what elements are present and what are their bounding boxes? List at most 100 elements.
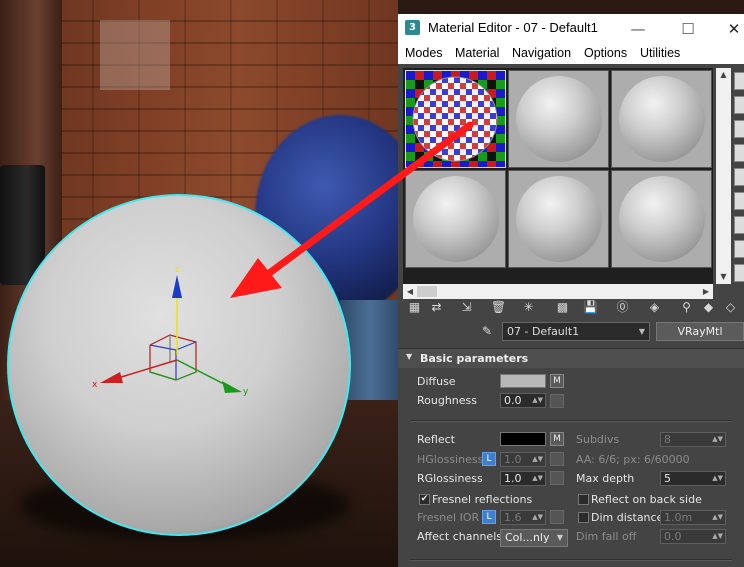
material-name-bar: ✎ 07 - Default1 ▼ VRayMtl — [398, 321, 744, 343]
background-button[interactable] — [734, 120, 744, 138]
uv-tiling-button[interactable] — [734, 144, 744, 162]
make-unique-icon[interactable]: ▩ — [554, 299, 571, 316]
menu-material[interactable]: Material — [455, 46, 499, 60]
fresnel-ior-label: Fresnel IOR — [417, 511, 480, 524]
rglossiness-map-button[interactable] — [550, 471, 564, 485]
spinner-arrows-icon[interactable]: ▲▼ — [532, 394, 543, 407]
wall-frame-background — [100, 20, 170, 90]
spinner-arrows-icon[interactable]: ▲▼ — [712, 472, 723, 485]
spinner-arrows-icon[interactable]: ▲▼ — [532, 453, 543, 466]
diffuse-color-swatch[interactable] — [500, 374, 546, 388]
select-by-material-button[interactable] — [734, 240, 744, 258]
sample-slot-6[interactable] — [611, 170, 712, 268]
reflect-label: Reflect — [417, 433, 455, 446]
reflect-back-checkbox[interactable] — [578, 494, 589, 505]
max-depth-spinner[interactable]: 5 ▲▼ — [660, 471, 726, 486]
spinner-arrows-icon[interactable]: ▲▼ — [712, 530, 723, 543]
show-shaded-icon[interactable]: ◈ — [646, 299, 663, 316]
menu-navigation[interactable]: Navigation — [512, 46, 571, 60]
material-editor-window[interactable]: 3 Material Editor - 07 - Default1 — ☐ ✕ … — [398, 14, 744, 567]
hglossiness-spinner[interactable]: 1.0 ▲▼ — [500, 452, 546, 467]
max-depth-label: Max depth — [576, 472, 635, 485]
dim-distance-spinner[interactable]: 1.0m ▲▼ — [660, 510, 726, 525]
sample-slot-1[interactable] — [405, 70, 506, 168]
make-preview-button[interactable] — [734, 192, 744, 210]
reflect-color-swatch[interactable] — [500, 432, 546, 446]
dim-distance-checkbox[interactable] — [578, 512, 589, 523]
sample-slot-3[interactable] — [611, 70, 712, 168]
make-copy-icon[interactable]: ✳ — [520, 299, 537, 316]
reflect-map-button[interactable]: M — [550, 432, 564, 446]
selected-sphere[interactable] — [7, 194, 351, 536]
basic-parameters-rollout[interactable]: ▼ Basic parameters — [398, 348, 744, 368]
material-id-channel-icon[interactable]: ⓪ — [614, 299, 631, 316]
sample-slot-5[interactable] — [508, 170, 609, 268]
put-to-scene-icon[interactable]: ⇄ — [428, 299, 445, 316]
diffuse-map-button[interactable]: M — [550, 374, 564, 388]
max-depth-value: 5 — [664, 472, 671, 485]
roughness-map-button[interactable] — [550, 394, 564, 408]
title-bar[interactable]: 3 Material Editor - 07 - Default1 — ☐ ✕ — [398, 14, 744, 44]
roughness-label: Roughness — [417, 394, 478, 407]
sphere-preview-icon — [413, 176, 499, 262]
go-forward-sibling-icon[interactable]: ◇ — [722, 299, 739, 316]
hglossiness-value: 1.0 — [504, 453, 522, 466]
material-name-field[interactable]: 07 - Default1 ▼ — [502, 322, 650, 341]
subdivs-spinner[interactable]: 8 ▲▼ — [660, 432, 726, 447]
fresnel-ior-map-button[interactable] — [550, 510, 564, 524]
sample-type-button[interactable] — [734, 72, 744, 90]
sample-slot-2[interactable] — [508, 70, 609, 168]
put-to-library-icon[interactable]: 💾 — [582, 299, 599, 316]
fresnel-ior-value: 1.6 — [504, 511, 522, 524]
hglossiness-map-button[interactable] — [550, 452, 564, 466]
spinner-arrows-icon[interactable]: ▲▼ — [712, 511, 723, 524]
rglossiness-spinner[interactable]: 1.0 ▲▼ — [500, 471, 546, 486]
sphere-preview-icon — [516, 176, 602, 262]
diffuse-label: Diffuse — [417, 375, 456, 388]
options-button[interactable] — [734, 216, 744, 234]
sphere-preview-icon — [619, 176, 705, 262]
backlight-button[interactable] — [734, 96, 744, 114]
roughness-value: 0.0 — [504, 394, 522, 407]
assign-to-selection-icon[interactable]: ⇲ — [458, 299, 475, 316]
material-map-navigator-button[interactable] — [734, 264, 744, 282]
spinner-arrows-icon[interactable]: ▲▼ — [532, 511, 543, 524]
go-to-parent-icon[interactable]: ◆ — [700, 299, 717, 316]
reflect-back-label: Reflect on back side — [591, 493, 702, 506]
affect-channels-dropdown[interactable]: Col...nly ▼ — [500, 529, 568, 547]
eyedropper-icon[interactable]: ✎ — [482, 324, 498, 340]
get-material-icon[interactable]: ▦ — [406, 299, 423, 316]
menu-utilities[interactable]: Utilities — [640, 46, 680, 60]
show-end-result-icon[interactable]: ⚲ — [678, 299, 695, 316]
spinner-arrows-icon[interactable]: ▲▼ — [532, 472, 543, 485]
hglossiness-lock-button[interactable]: L — [482, 452, 496, 466]
window-title: Material Editor - 07 - Default1 — [428, 20, 598, 35]
dim-falloff-spinner[interactable]: 0.0 ▲▼ — [660, 529, 726, 544]
sample-slot-4[interactable] — [405, 170, 506, 268]
scroll-down-icon[interactable]: ▼ — [716, 270, 731, 284]
fresnel-ior-spinner[interactable]: 1.6 ▲▼ — [500, 510, 546, 525]
maximize-button[interactable]: ☐ — [668, 14, 708, 44]
dim-falloff-label: Dim fall off — [576, 530, 637, 543]
affect-channels-value: Col...nly — [505, 531, 550, 544]
video-check-button[interactable] — [734, 168, 744, 186]
menu-options[interactable]: Options — [584, 46, 627, 60]
minimize-button[interactable]: — — [618, 14, 658, 44]
chevron-down-icon: ▼ — [638, 327, 645, 336]
close-button[interactable]: ✕ — [714, 14, 744, 44]
vertical-scrollbar[interactable]: ▲ ▼ — [716, 68, 731, 284]
fresnel-checkbox[interactable]: ✔ — [419, 494, 430, 505]
reset-map-icon[interactable]: 🗑 — [490, 299, 507, 316]
chevron-down-icon: ▼ — [556, 533, 563, 542]
material-type-button[interactable]: VRayMtl — [656, 322, 744, 341]
scroll-up-icon[interactable]: ▲ — [716, 68, 731, 82]
menu-modes[interactable]: Modes — [405, 46, 443, 60]
roughness-spinner[interactable]: 0.0 ▲▼ — [500, 393, 546, 408]
spinner-arrows-icon[interactable]: ▲▼ — [712, 433, 723, 446]
affect-channels-label: Affect channels — [417, 530, 502, 543]
sphere-preview-icon — [619, 76, 705, 162]
rglossiness-value: 1.0 — [504, 472, 522, 485]
dim-distance-value: 1.0m — [664, 511, 693, 524]
fresnel-ior-lock-button[interactable]: L — [482, 510, 496, 524]
viewport[interactable]: z x y — [0, 0, 398, 567]
